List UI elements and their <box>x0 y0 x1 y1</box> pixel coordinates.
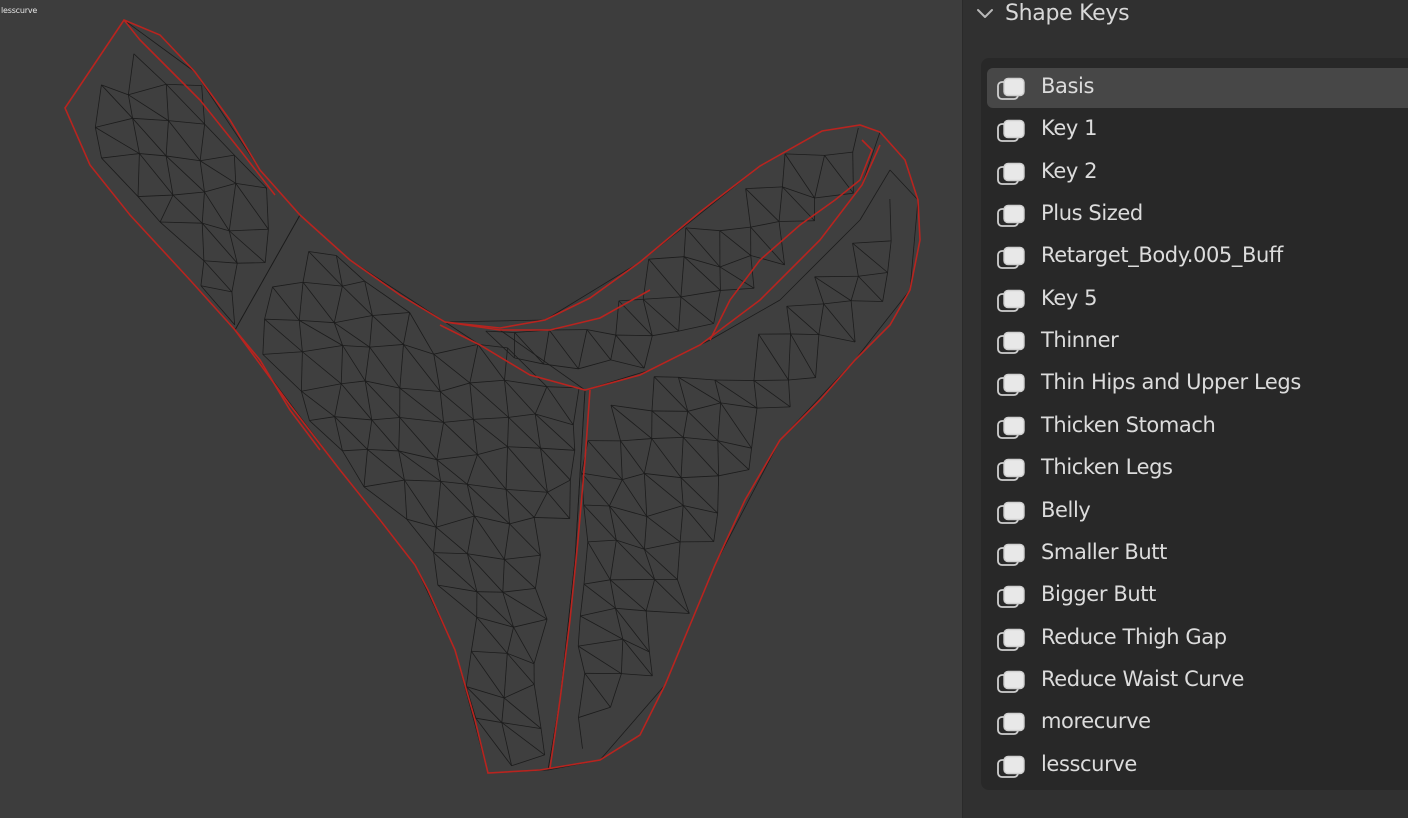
shape-key-icon <box>997 204 1025 227</box>
shape-key-icon <box>997 120 1025 143</box>
shape-key-icon <box>997 416 1025 439</box>
shape-key-row[interactable]: Key 5 <box>987 280 1408 320</box>
shape-key-row[interactable]: lesscurve <box>987 746 1408 786</box>
3d-viewport[interactable]: lesscurve <box>0 0 962 818</box>
shape-key-label: Retarget_Body.005_Buff <box>1041 243 1283 268</box>
shape-key-icon <box>997 713 1025 736</box>
mesh-surface <box>65 20 920 773</box>
shape-key-icon <box>997 543 1025 566</box>
shape-key-label: Basis <box>1041 74 1094 98</box>
shape-key-icon <box>997 458 1025 482</box>
properties-panel: Shape Keys Basis Key 1 Key 2 Plus Sized Reta… <box>962 0 1408 818</box>
shape-key-row[interactable]: Belly <box>987 492 1408 532</box>
shape-key-list[interactable]: Basis Key 1 Key 2 Plus Sized Retarget_Body.0… <box>981 58 1408 790</box>
shape-key-label: Reduce Thigh Gap <box>1041 624 1227 649</box>
shape-key-row[interactable]: Thicken Legs <box>987 449 1408 489</box>
shape-key-row[interactable]: Smaller Butt <box>987 534 1408 574</box>
shape-key-icon <box>997 289 1025 312</box>
shape-key-label: Reduce Waist Curve <box>1041 666 1245 691</box>
shape-key-label: Key 1 <box>1041 116 1098 141</box>
shape-key-icon <box>997 162 1025 185</box>
shape-keys-panel-header[interactable]: Shape Keys <box>963 0 1408 32</box>
shape-key-row[interactable]: Bigger Butt <box>987 576 1408 616</box>
shape-key-icon <box>997 755 1025 778</box>
shape-key-row[interactable]: Reduce Waist Curve <box>987 661 1408 701</box>
shape-key-icon <box>997 628 1025 651</box>
shape-key-icon <box>997 585 1025 609</box>
shape-key-row[interactable]: Key 2 <box>987 153 1408 193</box>
shape-key-row[interactable]: Key 1 <box>987 110 1408 150</box>
mesh-wireframe[interactable] <box>0 0 962 818</box>
shape-key-row[interactable]: Thin Hips and Upper Legs <box>987 364 1408 404</box>
shape-key-label: Smaller Butt <box>1041 539 1167 564</box>
shape-key-label: morecurve <box>1041 709 1151 734</box>
shape-key-label: lesscurve <box>1041 751 1137 776</box>
shape-key-label: Bigger Butt <box>1041 582 1156 607</box>
shape-key-row[interactable]: Thinner <box>987 322 1408 362</box>
shape-key-icon <box>997 247 1025 270</box>
chevron-down-icon[interactable] <box>975 6 995 22</box>
shape-key-icon <box>997 331 1025 354</box>
shape-key-label: Thicken Legs <box>1041 455 1173 480</box>
shape-key-label: Key 5 <box>1041 285 1098 310</box>
shape-key-row[interactable]: morecurve <box>987 703 1408 743</box>
shape-key-label: Thinner <box>1041 328 1119 353</box>
shape-key-label: Thin Hips and Upper Legs <box>1041 370 1301 395</box>
shape-key-icon <box>997 374 1025 397</box>
shape-key-icon <box>997 670 1025 693</box>
shape-key-row[interactable]: Plus Sized <box>987 195 1408 235</box>
panel-title: Shape Keys <box>1005 1 1130 26</box>
shape-key-row[interactable]: Retarget_Body.005_Buff <box>987 237 1408 277</box>
shape-key-icon <box>997 77 1025 100</box>
shape-key-label: Key 2 <box>1041 158 1098 183</box>
shape-key-icon <box>997 501 1025 524</box>
blender-window: lesscurve Shape Keys Basis Key 1 Key 2 P… <box>0 0 1408 818</box>
shape-key-row[interactable]: Thicken Stomach <box>987 407 1408 447</box>
shape-key-row[interactable]: Reduce Thigh Gap <box>987 619 1408 659</box>
shape-key-row[interactable]: Basis <box>987 68 1408 108</box>
shape-key-label: Thicken Stomach <box>1041 412 1216 437</box>
shape-key-label: Belly <box>1041 497 1091 522</box>
shape-key-label: Plus Sized <box>1041 201 1143 226</box>
